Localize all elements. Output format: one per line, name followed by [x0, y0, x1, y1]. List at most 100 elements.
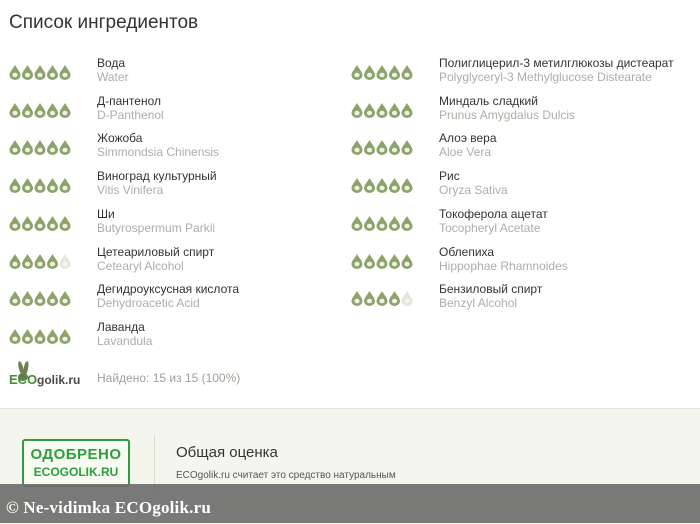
ingredient-item[interactable]: Облепиха Hippophae Rhamnoides — [351, 245, 691, 275]
drop-icon — [364, 65, 375, 80]
ecogolik-logo[interactable]: ECO golik.ru — [9, 360, 87, 388]
drop-icon — [389, 178, 400, 194]
drop-icon — [376, 178, 388, 194]
rating-drops — [9, 328, 71, 344]
drop-icon — [59, 140, 71, 156]
drop-icon — [22, 253, 33, 269]
rating-drops-icon — [9, 328, 71, 344]
drop-icon — [22, 102, 33, 118]
ingredient-name[interactable]: Д-пантенол — [97, 94, 357, 108]
ingredient-name[interactable]: Бензиловый спирт — [439, 282, 699, 296]
ingredient-name[interactable]: Миндаль сладкий — [439, 94, 699, 108]
ingredient-latin-name: Tocopheryl Acetate — [439, 220, 541, 235]
ingredient-name[interactable]: Цетеариловый спирт — [97, 245, 357, 259]
drop-icon — [22, 215, 33, 231]
drop-icon — [59, 291, 71, 307]
drop-icon — [401, 65, 413, 80]
watermark-text: © Ne-vidimka ECOgolik.ru — [6, 498, 211, 517]
drop-icon — [389, 291, 400, 307]
drop-icon — [9, 328, 21, 344]
ingredient-item[interactable]: Ши Butyrospermum Parkii — [9, 207, 349, 237]
drop-icon — [9, 65, 21, 80]
drop-icon — [401, 291, 413, 307]
drop-icon — [22, 328, 33, 344]
logo-eco: ECO — [9, 372, 38, 387]
ingredient-latin-name: Polyglyceryl-3 Methylglucose Distearate — [439, 70, 652, 84]
drop-icon — [34, 215, 46, 231]
ingredient-latin-name: Dehydroacetic Acid — [97, 296, 200, 311]
drop-icon — [389, 102, 400, 118]
rating-drops-icon — [351, 291, 413, 307]
ingredient-item[interactable]: Лаванда Lavandula — [9, 320, 349, 350]
ingredient-name[interactable]: Полиглицерил-3 метилглюкозы дистеарат — [439, 56, 699, 70]
rating-drops-icon — [9, 102, 71, 118]
rating-drops-icon — [9, 215, 71, 231]
ingredient-item[interactable]: Д-пантенол D-Panthenol — [9, 94, 349, 124]
drop-icon — [364, 215, 375, 231]
drop-icon — [351, 253, 363, 269]
ingredient-name[interactable]: Алоэ вера — [439, 131, 699, 145]
ingredient-name[interactable]: Жожоба — [97, 131, 357, 145]
ingredient-latin-name: Vitis Vinifera — [97, 183, 164, 198]
drop-icon — [401, 102, 413, 118]
ingredient-item[interactable]: Миндаль сладкий Prunus Amygdalus Dulcis — [351, 94, 691, 124]
drop-icon — [34, 140, 46, 156]
ingredient-item[interactable]: Виноград культурный Vitis Vinifera — [9, 169, 349, 199]
ingredient-name[interactable]: Виноград культурный — [97, 169, 357, 183]
rating-drops-icon — [351, 102, 413, 118]
ingredient-name[interactable]: Токоферола ацетат — [439, 207, 699, 221]
rating-title: Общая оценка — [176, 444, 278, 461]
ingredient-item[interactable]: Токоферола ацетат Tocopheryl Acetate — [351, 207, 691, 237]
ingredient-item[interactable]: Дегидроуксусная кислота Dehydroacetic Aci… — [9, 282, 349, 312]
ingredient-item[interactable]: Рис Oryza Sativa — [351, 169, 691, 199]
drop-icon — [351, 291, 363, 307]
drop-icon — [34, 178, 46, 194]
drop-icon — [22, 140, 33, 156]
drop-icon — [59, 253, 71, 269]
rating-drops — [9, 253, 71, 269]
drop-icon — [401, 140, 413, 156]
drop-icon — [47, 65, 58, 80]
drop-icon — [9, 291, 21, 307]
ingredient-name[interactable]: Ши — [97, 207, 357, 221]
ingredient-name[interactable]: Лаванда — [97, 320, 357, 334]
rating-drops — [351, 215, 413, 231]
drop-icon — [34, 102, 46, 118]
rating-drops-icon — [351, 65, 413, 80]
watermark-bar: © Ne-vidimka ECOgolik.ru — [0, 484, 700, 523]
ingredient-name[interactable]: Рис — [439, 169, 699, 183]
ingredient-item[interactable]: Цетеариловый спирт Cetearyl Alcohol — [9, 245, 349, 275]
drop-icon — [34, 65, 46, 80]
logo-rest: golik.ru — [37, 373, 81, 387]
drop-icon — [47, 291, 58, 307]
drop-icon — [351, 65, 363, 80]
ingredient-name[interactable]: Вода — [97, 56, 357, 70]
ingredient-item[interactable]: Бензиловый спирт Benzyl Alcohol — [351, 282, 691, 312]
ingredient-item[interactable]: Алоэ вера Aloe Vera — [351, 131, 691, 161]
drop-icon — [351, 140, 363, 156]
ingredient-item[interactable]: Жожоба Simmondsia Chinensis — [9, 131, 349, 161]
rating-drops-icon — [9, 140, 71, 156]
drop-icon — [376, 140, 388, 156]
drop-icon — [389, 253, 400, 269]
rating-drops-icon — [9, 253, 71, 269]
rating-drops — [351, 102, 413, 118]
drop-icon — [9, 215, 21, 231]
drop-icon — [47, 253, 58, 269]
drop-icon — [364, 140, 375, 156]
ingredient-item[interactable]: Полиглицерил-3 метилглюкозы дистеарат Pol… — [351, 56, 691, 86]
drop-icon — [401, 215, 413, 231]
drop-icon — [376, 102, 388, 118]
ingredient-latin-name: Oryza Sativa — [439, 183, 508, 198]
ingredient-name[interactable]: Дегидроуксусная кислота — [97, 282, 357, 296]
rating-drops-icon — [351, 178, 413, 194]
drop-icon — [376, 215, 388, 231]
ingredient-latin-name: Water — [97, 70, 129, 84]
drop-icon — [34, 291, 46, 307]
rating-drops-icon — [9, 291, 71, 307]
drop-icon — [47, 215, 58, 231]
rating-drops — [9, 102, 71, 118]
ingredient-latin-name: Hippophae Rhamnoides — [439, 258, 568, 273]
ingredient-name[interactable]: Облепиха — [439, 245, 699, 259]
ingredient-item[interactable]: Вода Water — [9, 56, 349, 86]
